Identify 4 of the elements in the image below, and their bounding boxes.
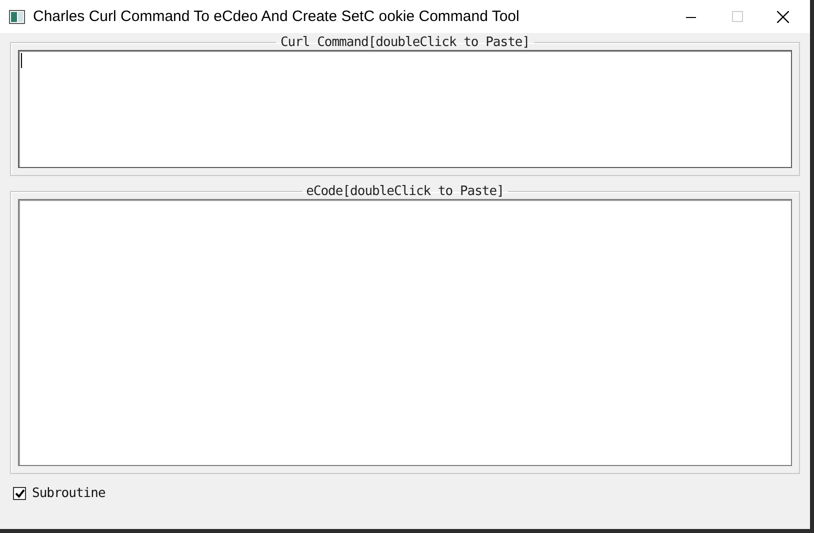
window-title: Charles Curl Command To eCdeo And Create SetC ookie Command Tool (33, 8, 520, 25)
checkbox-label: Subroutine (32, 486, 106, 501)
group-label: eCode[doubleClick to Paste] (305, 184, 505, 199)
group-label: Curl Command[doubleClick to Paste] (279, 35, 531, 50)
